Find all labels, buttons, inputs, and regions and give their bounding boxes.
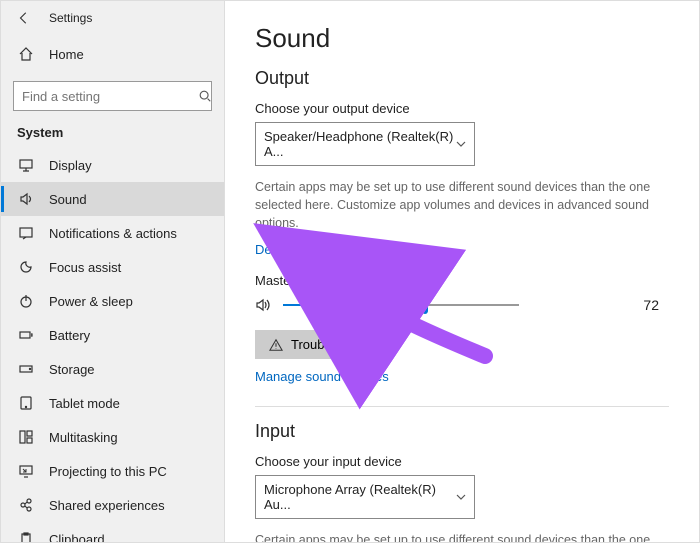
input-device-value: Microphone Array (Realtek(R) Au... (264, 482, 456, 512)
chevron-down-icon (456, 492, 466, 502)
warning-icon (269, 338, 283, 352)
sidebar-item-tablet-mode[interactable]: Tablet mode (1, 386, 224, 420)
output-heading: Output (255, 68, 669, 89)
sidebar-item-label: Focus assist (49, 260, 121, 275)
sidebar-scroll[interactable]: Display Sound Notifications & actions Fo… (1, 148, 224, 542)
sidebar-item-label: Battery (49, 328, 90, 343)
sidebar-item-shared-experiences[interactable]: Shared experiences (1, 488, 224, 522)
power-icon (17, 292, 35, 310)
input-help-text: Certain apps may be set up to use differ… (255, 531, 655, 542)
settings-sidebar: Settings Home System Display (1, 1, 225, 542)
sidebar-item-label: Home (49, 47, 84, 62)
sidebar-item-focus-assist[interactable]: Focus assist (1, 250, 224, 284)
home-icon (17, 45, 35, 63)
output-device-value: Speaker/Headphone (Realtek(R) A... (264, 129, 456, 159)
sidebar-item-label: Storage (49, 362, 95, 377)
master-volume-slider[interactable] (283, 298, 519, 312)
tablet-icon (17, 394, 35, 412)
back-button[interactable] (17, 11, 31, 25)
input-heading: Input (255, 421, 669, 442)
sidebar-item-label: Display (49, 158, 92, 173)
sidebar-item-projecting[interactable]: Projecting to this PC (1, 454, 224, 488)
sidebar-item-label: Shared experiences (49, 498, 165, 513)
search-icon (198, 89, 212, 103)
battery-icon (17, 326, 35, 344)
master-volume-label: Master volume (255, 273, 669, 288)
troubleshoot-button[interactable]: Troubleshoot (255, 330, 380, 359)
sound-icon (17, 190, 35, 208)
sidebar-section-label: System (1, 119, 224, 148)
window-title: Settings (49, 11, 92, 25)
sidebar-item-multitasking[interactable]: Multitasking (1, 420, 224, 454)
storage-icon (17, 360, 35, 378)
notifications-icon (17, 224, 35, 242)
sidebar-item-label: Sound (49, 192, 87, 207)
focus-assist-icon (17, 258, 35, 276)
sidebar-item-label: Tablet mode (49, 396, 120, 411)
sidebar-item-sound[interactable]: Sound (1, 182, 224, 216)
clipboard-icon (17, 530, 35, 542)
multitasking-icon (17, 428, 35, 446)
sidebar-item-display[interactable]: Display (1, 148, 224, 182)
shared-icon (17, 496, 35, 514)
sidebar-item-label: Clipboard (49, 532, 105, 543)
projecting-icon (17, 462, 35, 480)
master-volume-value: 72 (643, 297, 659, 313)
output-device-dropdown[interactable]: Speaker/Headphone (Realtek(R) A... (255, 122, 475, 166)
section-divider (255, 406, 669, 407)
sidebar-item-storage[interactable]: Storage (1, 352, 224, 386)
troubleshoot-label: Troubleshoot (291, 337, 366, 352)
output-help-text: Certain apps may be set up to use differ… (255, 178, 655, 232)
sidebar-home[interactable]: Home (1, 37, 224, 71)
sidebar-item-notifications[interactable]: Notifications & actions (1, 216, 224, 250)
sidebar-item-clipboard[interactable]: Clipboard (1, 522, 224, 542)
sidebar-item-label: Power & sleep (49, 294, 133, 309)
display-icon (17, 156, 35, 174)
sidebar-item-label: Projecting to this PC (49, 464, 167, 479)
page-title: Sound (255, 23, 669, 54)
sidebar-item-power-sleep[interactable]: Power & sleep (1, 284, 224, 318)
output-device-properties-link[interactable]: Device properties (255, 242, 356, 257)
input-device-label: Choose your input device (255, 454, 669, 469)
search-box[interactable] (13, 81, 212, 111)
output-device-label: Choose your output device (255, 101, 669, 116)
speaker-icon[interactable] (255, 296, 273, 314)
chevron-down-icon (456, 139, 466, 149)
search-input[interactable] (22, 89, 198, 104)
sidebar-item-label: Notifications & actions (49, 226, 177, 241)
sidebar-item-label: Multitasking (49, 430, 118, 445)
main-content: Sound Output Choose your output device S… (225, 1, 699, 542)
input-device-dropdown[interactable]: Microphone Array (Realtek(R) Au... (255, 475, 475, 519)
sidebar-item-battery[interactable]: Battery (1, 318, 224, 352)
manage-sound-devices-link[interactable]: Manage sound devices (255, 369, 389, 384)
